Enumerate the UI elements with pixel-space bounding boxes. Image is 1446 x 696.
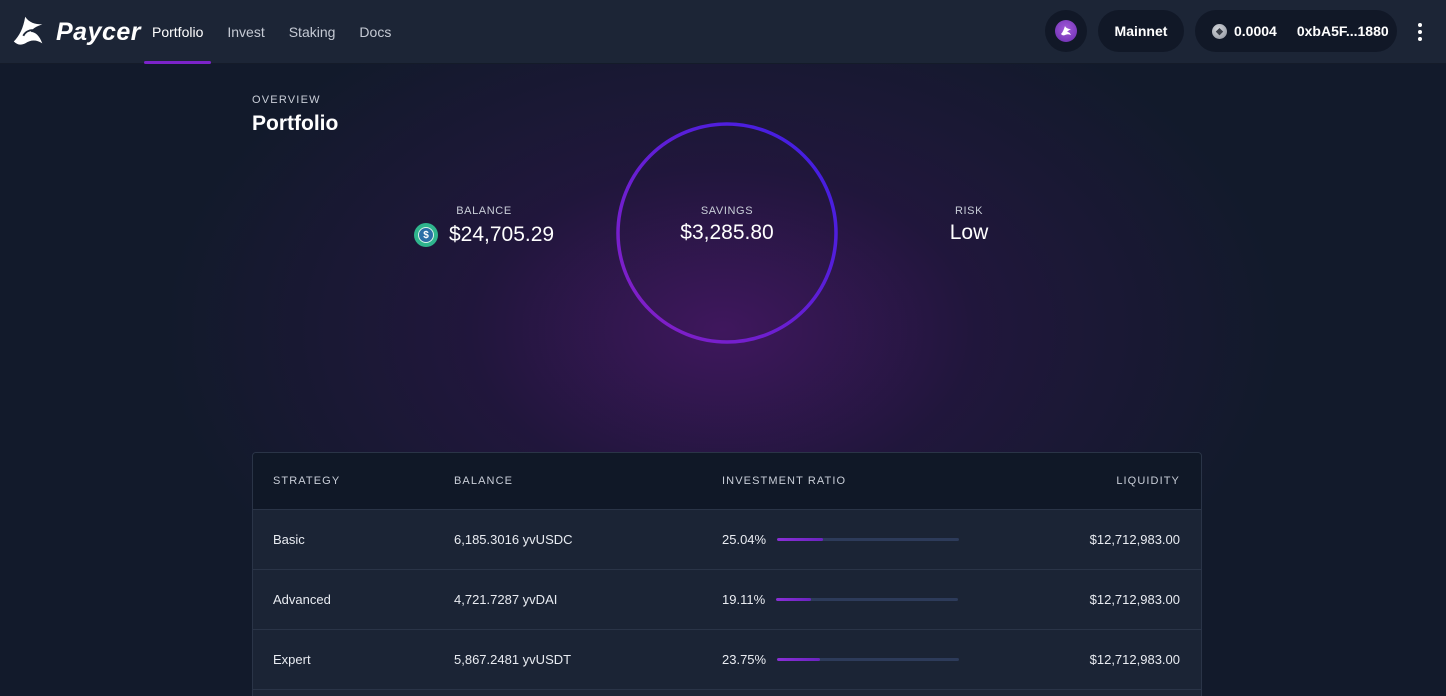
row-ratio: 25.04% [722, 532, 960, 547]
header-balance: BALANCE [454, 475, 514, 487]
row-ratio-text: 19.11% [722, 592, 766, 607]
ratio-progress-fill [776, 598, 811, 601]
table-header: STRATEGY BALANCE INVESTMENT RATIO LIQUID… [253, 453, 1201, 510]
usdc-coin-icon: $ [414, 223, 438, 247]
row-strategy: Advanced [273, 592, 331, 607]
wallet-balance: 0.0004 [1234, 23, 1277, 39]
row-strategy: Basic [273, 532, 305, 547]
network-logo-button[interactable] [1045, 10, 1087, 52]
balance-label: BALANCE [456, 205, 512, 217]
more-vertical-icon[interactable] [1410, 20, 1430, 44]
row-ratio: 23.75% [722, 652, 960, 667]
ratio-progress-fill [777, 658, 821, 661]
network-selector-button[interactable]: Mainnet [1098, 10, 1184, 52]
header-investment-ratio: INVESTMENT RATIO [722, 475, 847, 487]
savings-label: SAVINGS [700, 205, 754, 217]
nav-portfolio[interactable]: Portfolio [144, 0, 212, 64]
table-row[interactable]: Advanced 4,721.7287 yvDAI 19.11% $12,712… [253, 570, 1201, 630]
brand-logo[interactable]: Paycer [10, 12, 141, 52]
balance-stat: $ $24,705.29 [414, 220, 554, 250]
nav-docs[interactable]: Docs [351, 0, 399, 64]
table-row[interactable]: Basic 6,185.3016 yvUSDC 25.04% $12,712,9… [253, 510, 1201, 570]
overview-overline: OVERVIEW [252, 94, 321, 106]
row-liquidity: $12,712,983.00 [1089, 652, 1180, 667]
main-nav: Portfolio Invest Staking Docs [144, 0, 407, 64]
ratio-progress-bar [776, 598, 959, 601]
ratio-progress-fill [777, 538, 823, 541]
header-strategy: STRATEGY [273, 475, 341, 487]
top-bar: Paycer Portfolio Invest Staking Docs Mai… [0, 0, 1446, 64]
row-ratio: 19.11% [722, 592, 959, 607]
row-strategy: Expert [273, 652, 311, 667]
risk-label: RISK [954, 205, 984, 217]
row-balance: 6,185.3016 yvUSDC [454, 532, 573, 547]
paycer-logo-icon [13, 16, 43, 45]
balance-value: $24,705.29 [449, 223, 555, 246]
header-liquidity: LIQUIDITY [1116, 475, 1180, 487]
table-row[interactable]: Expert 5,867.2481 yvUSDT 23.75% $12,712,… [253, 630, 1201, 690]
row-liquidity: $12,712,983.00 [1089, 532, 1180, 547]
wallet-button[interactable]: ◆ 0.0004 0xbA5F...1880 [1195, 10, 1397, 52]
ratio-progress-bar [777, 658, 960, 661]
row-ratio-text: 25.04% [722, 532, 767, 547]
row-balance: 4,721.7287 yvDAI [454, 592, 558, 607]
nav-invest[interactable]: Invest [219, 0, 272, 64]
row-balance: 5,867.2481 yvUSDT [454, 652, 572, 667]
ratio-progress-bar [777, 538, 960, 541]
row-liquidity: $12,712,983.00 [1089, 592, 1180, 607]
brand-name: Paycer [56, 17, 142, 46]
row-ratio-text: 23.75% [722, 652, 767, 667]
page-title: Portfolio [252, 112, 339, 135]
wallet-address: 0xbA5F...1880 [1296, 23, 1389, 39]
nav-staking[interactable]: Staking [281, 0, 344, 64]
eth-coin-icon: ◆ [1212, 23, 1227, 39]
network-logo-icon [1055, 20, 1077, 42]
strategy-table: STRATEGY BALANCE INVESTMENT RATIO LIQUID… [252, 452, 1202, 696]
risk-value: Low [949, 221, 989, 244]
network-label: Mainnet [1114, 23, 1168, 39]
savings-value: $3,285.80 [680, 221, 774, 244]
